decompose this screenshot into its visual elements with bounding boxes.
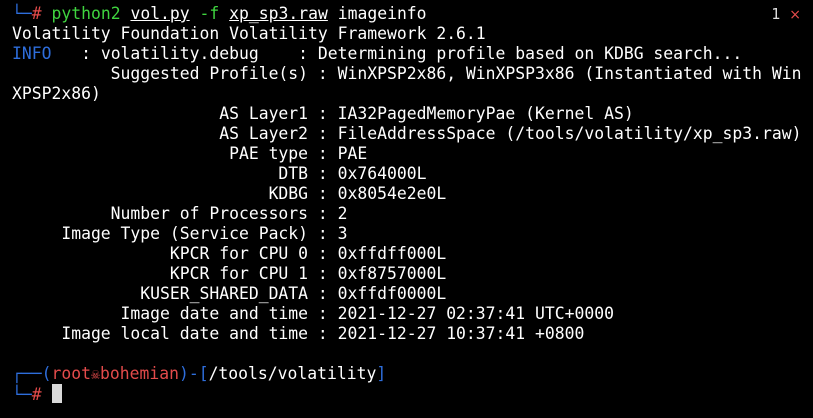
- suggested-profile-wrap: XPSP2x86): [12, 84, 101, 103]
- output-line: AS Layer1 : IA32PagedMemoryPae (Kernel A…: [12, 104, 634, 123]
- banner-line: Volatility Foundation Volatility Framewo…: [12, 24, 486, 43]
- output-line: Number of Processors : 2: [12, 204, 348, 223]
- prompt-hash: #: [31, 385, 42, 404]
- command-flag: -f: [199, 4, 220, 23]
- prompt-header-line: ┌──(root☠bohemian)-[/tools/volatility]: [12, 364, 386, 384]
- command-file: xp_sp3.raw: [229, 4, 328, 23]
- prompt-corner: └─: [12, 4, 32, 23]
- command-plugin: imageinfo: [337, 4, 427, 23]
- output-line: AS Layer2 : FileAddressSpace (/tools/vol…: [12, 124, 802, 143]
- info-line: INFO : volatility.debug : Determining pr…: [12, 44, 742, 64]
- prompt-close-bracket: ]: [376, 364, 387, 383]
- command-name: python2: [51, 4, 121, 23]
- prompt-separator: )-[: [178, 364, 209, 383]
- terminal-window[interactable]: └─# python2 vol.py -f xp_sp3.raw imagein…: [0, 0, 813, 418]
- info-message: : volatility.debug : Determining profile…: [51, 44, 743, 63]
- prompt-input-line[interactable]: └─#: [12, 384, 62, 404]
- output-line: PAE type : PAE: [12, 144, 368, 163]
- skull-icon: ☠: [90, 365, 100, 383]
- info-tag: INFO: [12, 44, 52, 63]
- tab-indicator: 1 ×: [771, 4, 801, 25]
- prompt-path: /tools/volatility: [208, 364, 377, 383]
- prompt-corner-top: ┌──(: [12, 364, 52, 383]
- suggested-profile-line: Suggested Profile(s) : WinXPSP2x86, WinX…: [12, 64, 802, 83]
- command-script: vol.py: [130, 4, 190, 23]
- tab-number: 1: [771, 5, 781, 23]
- output-line: KDBG : 0x8054e2e0L: [12, 184, 447, 203]
- close-icon[interactable]: ×: [789, 7, 801, 23]
- previous-command-line: └─# python2 vol.py -f xp_sp3.raw imagein…: [12, 4, 427, 24]
- text-cursor[interactable]: [51, 384, 62, 403]
- prompt-host: bohemian: [100, 364, 179, 383]
- prompt-hash: #: [31, 4, 42, 23]
- prompt-user: root: [51, 364, 91, 383]
- output-line: Image local date and time : 2021-12-27 1…: [12, 324, 585, 343]
- output-line: Image date and time : 2021-12-27 02:37:4…: [12, 304, 614, 323]
- output-line: DTB : 0x764000L: [12, 164, 427, 183]
- prompt-corner-bottom: └─: [12, 385, 32, 404]
- output-line: KUSER_SHARED_DATA : 0xffdf0000L: [12, 284, 447, 303]
- output-line: KPCR for CPU 1 : 0xf8757000L: [12, 264, 447, 283]
- output-line: Image Type (Service Pack) : 3: [12, 224, 348, 243]
- output-line: KPCR for CPU 0 : 0xffdff000L: [12, 244, 447, 263]
